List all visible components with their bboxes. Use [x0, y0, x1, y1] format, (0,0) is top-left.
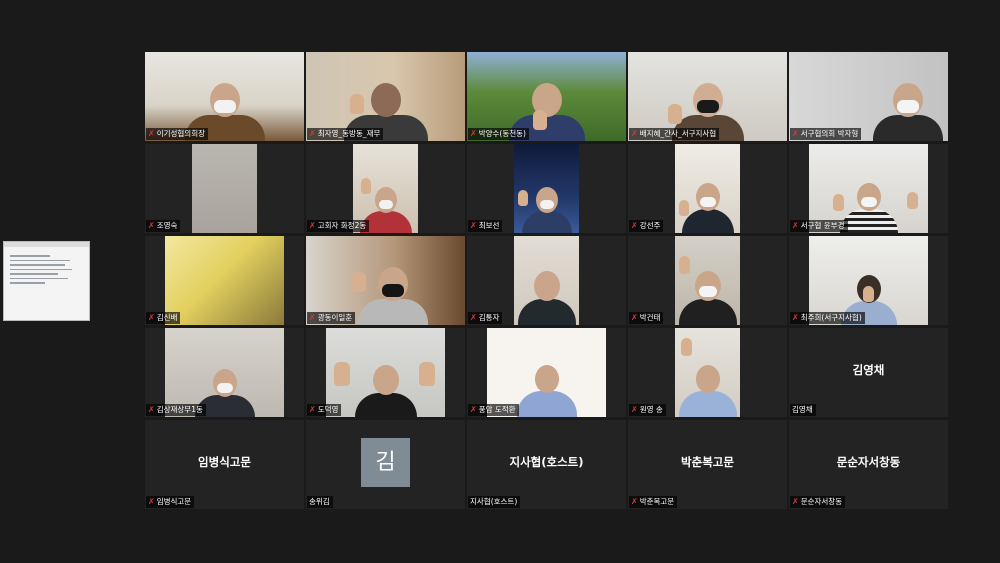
participant-name-tag: ✗ 박건태: [629, 312, 664, 324]
participant-display-name: 박춘복고문: [681, 455, 734, 469]
mic-muted-icon: ✗: [309, 221, 316, 230]
participant-name-tag: ✗ 최보선: [468, 220, 503, 232]
participant-name-tag: ✗ 배지혜_간사_서구지사협: [629, 128, 720, 140]
mic-muted-icon: ✗: [631, 129, 638, 138]
participant-name-tag: ✗ 풍암 도적환: [468, 404, 519, 416]
mic-muted-icon: ✗: [309, 405, 316, 414]
participant-display-name: 지사협(호스트): [509, 455, 584, 469]
participant-tile[interactable]: 김영채 김영채: [789, 328, 948, 417]
participant-video: [514, 144, 579, 233]
participant-tile[interactable]: ✗ 김신배: [145, 236, 304, 325]
participant-video: [192, 144, 257, 233]
participant-name-tag: ✗ 최자영_동방동_재무: [307, 128, 384, 140]
participant-name-tag: ✗ 박춘복고문: [629, 496, 678, 508]
participant-tile[interactable]: 지사협(호스트) 지사협(호스트): [467, 420, 626, 509]
participant-video: [675, 328, 740, 417]
participant-display-name: 임병식고문: [198, 455, 251, 469]
participant-tile[interactable]: ✗ 김통자: [467, 236, 626, 325]
participant-tile[interactable]: ✗ 최주희(서구지사협): [789, 236, 948, 325]
participant-tile[interactable]: 박춘복고문 ✗ 박춘복고문: [628, 420, 787, 509]
participant-name-tag: ✗ 김신배: [146, 312, 181, 324]
participant-name-tag: ✗ 도덕영: [307, 404, 342, 416]
participant-video: [165, 236, 284, 325]
participant-tile[interactable]: ✗ 강선주: [628, 144, 787, 233]
participant-tile[interactable]: 임병식고문 ✗ 임병식고문: [145, 420, 304, 509]
participant-tile[interactable]: 김 송위김: [306, 420, 465, 509]
mic-muted-icon: ✗: [792, 129, 799, 138]
participant-video: [514, 236, 579, 325]
participant-tile[interactable]: ✗ 배지혜_간사_서구지사협: [628, 52, 787, 141]
mic-muted-icon: ✗: [631, 221, 638, 230]
participant-tile[interactable]: ✗ 최보선: [467, 144, 626, 233]
participant-name-tag: ✗ 조영숙: [146, 220, 181, 232]
participant-tile[interactable]: ✗ 박양수(동천동): [467, 52, 626, 141]
mic-muted-icon: ✗: [470, 221, 477, 230]
participant-name-tag: ✗ 광동이일훈: [307, 312, 356, 324]
participant-tile[interactable]: ✗ 서구협의회 박자형: [789, 52, 948, 141]
participant-tile[interactable]: ✗ 최자영_동방동_재무: [306, 52, 465, 141]
participant-name-tag: ✗ 서구협의회 박자형: [790, 128, 862, 140]
participant-display-name: 문순자서창동: [836, 455, 901, 469]
shared-screen-thumbnail[interactable]: [3, 241, 90, 321]
participant-tile[interactable]: ✗ 광동이일훈: [306, 236, 465, 325]
mic-muted-icon: ✗: [309, 129, 316, 138]
participant-tile[interactable]: ✗ 조영숙: [145, 144, 304, 233]
participant-name-tag: 김영채: [790, 404, 816, 416]
mic-muted-icon: ✗: [631, 405, 638, 414]
participant-display-name: 김영채: [852, 363, 885, 377]
participant-name-tag: ✗ 이기성협의회장: [146, 128, 209, 140]
participant-name-tag: ✗ 최주희(서구지사협): [790, 312, 865, 324]
participant-tile[interactable]: ✗ 이기성협의회장: [145, 52, 304, 141]
mic-muted-icon: ✗: [148, 405, 155, 414]
participant-video: [326, 328, 445, 417]
participant-name-tag: 송위김: [307, 496, 333, 508]
participant-name-tag: ✗ 김통자: [468, 312, 503, 324]
participant-tile[interactable]: 문순자서창동 ✗ 문순자서창동: [789, 420, 948, 509]
mic-muted-icon: ✗: [470, 129, 477, 138]
mic-muted-icon: ✗: [148, 313, 155, 322]
mic-muted-icon: ✗: [792, 497, 799, 506]
participant-name-tag: ✗ 문순자서창동: [790, 496, 846, 508]
participant-tile[interactable]: ✗ 원영 송: [628, 328, 787, 417]
participant-avatar: 김: [361, 438, 410, 487]
mic-muted-icon: ✗: [309, 313, 316, 322]
participant-tile[interactable]: ✗ 서구협 윤부경: [789, 144, 948, 233]
mic-muted-icon: ✗: [631, 497, 638, 506]
participant-name-tag: ✗ 고회자 화정2동: [307, 220, 370, 232]
mic-muted-icon: ✗: [470, 405, 477, 414]
participant-name-tag: ✗ 원영 송: [629, 404, 666, 416]
mic-muted-icon: ✗: [148, 221, 155, 230]
participant-name-tag: ✗ 박양수(동천동): [468, 128, 529, 140]
mic-muted-icon: ✗: [792, 313, 799, 322]
participant-video: [675, 236, 740, 325]
mic-muted-icon: ✗: [470, 313, 477, 322]
participant-gallery: ✗ 이기성협의회장 ✗ 최자영_동방동_재무 ✗ 박양수(동천동) ✗ 배지혜_간사_서…: [145, 52, 948, 509]
participant-name-tag: 지사협(호스트): [468, 496, 521, 508]
participant-video: [675, 144, 740, 233]
mic-muted-icon: ✗: [148, 129, 155, 138]
participant-name-tag: ✗ 임병식고문: [146, 496, 195, 508]
participant-name-tag: ✗ 김상재상무1동: [146, 404, 206, 416]
participant-tile[interactable]: ✗ 고회자 화정2동: [306, 144, 465, 233]
participant-name-tag: ✗ 강선주: [629, 220, 664, 232]
participant-tile[interactable]: ✗ 김상재상무1동: [145, 328, 304, 417]
participant-tile[interactable]: ✗ 도덕영: [306, 328, 465, 417]
mic-muted-icon: ✗: [148, 497, 155, 506]
participant-tile[interactable]: ✗ 박건태: [628, 236, 787, 325]
mic-muted-icon: ✗: [792, 221, 799, 230]
mic-muted-icon: ✗: [631, 313, 638, 322]
participant-tile[interactable]: ✗ 풍암 도적환: [467, 328, 626, 417]
participant-name-tag: ✗ 서구협 윤부경: [790, 220, 848, 232]
